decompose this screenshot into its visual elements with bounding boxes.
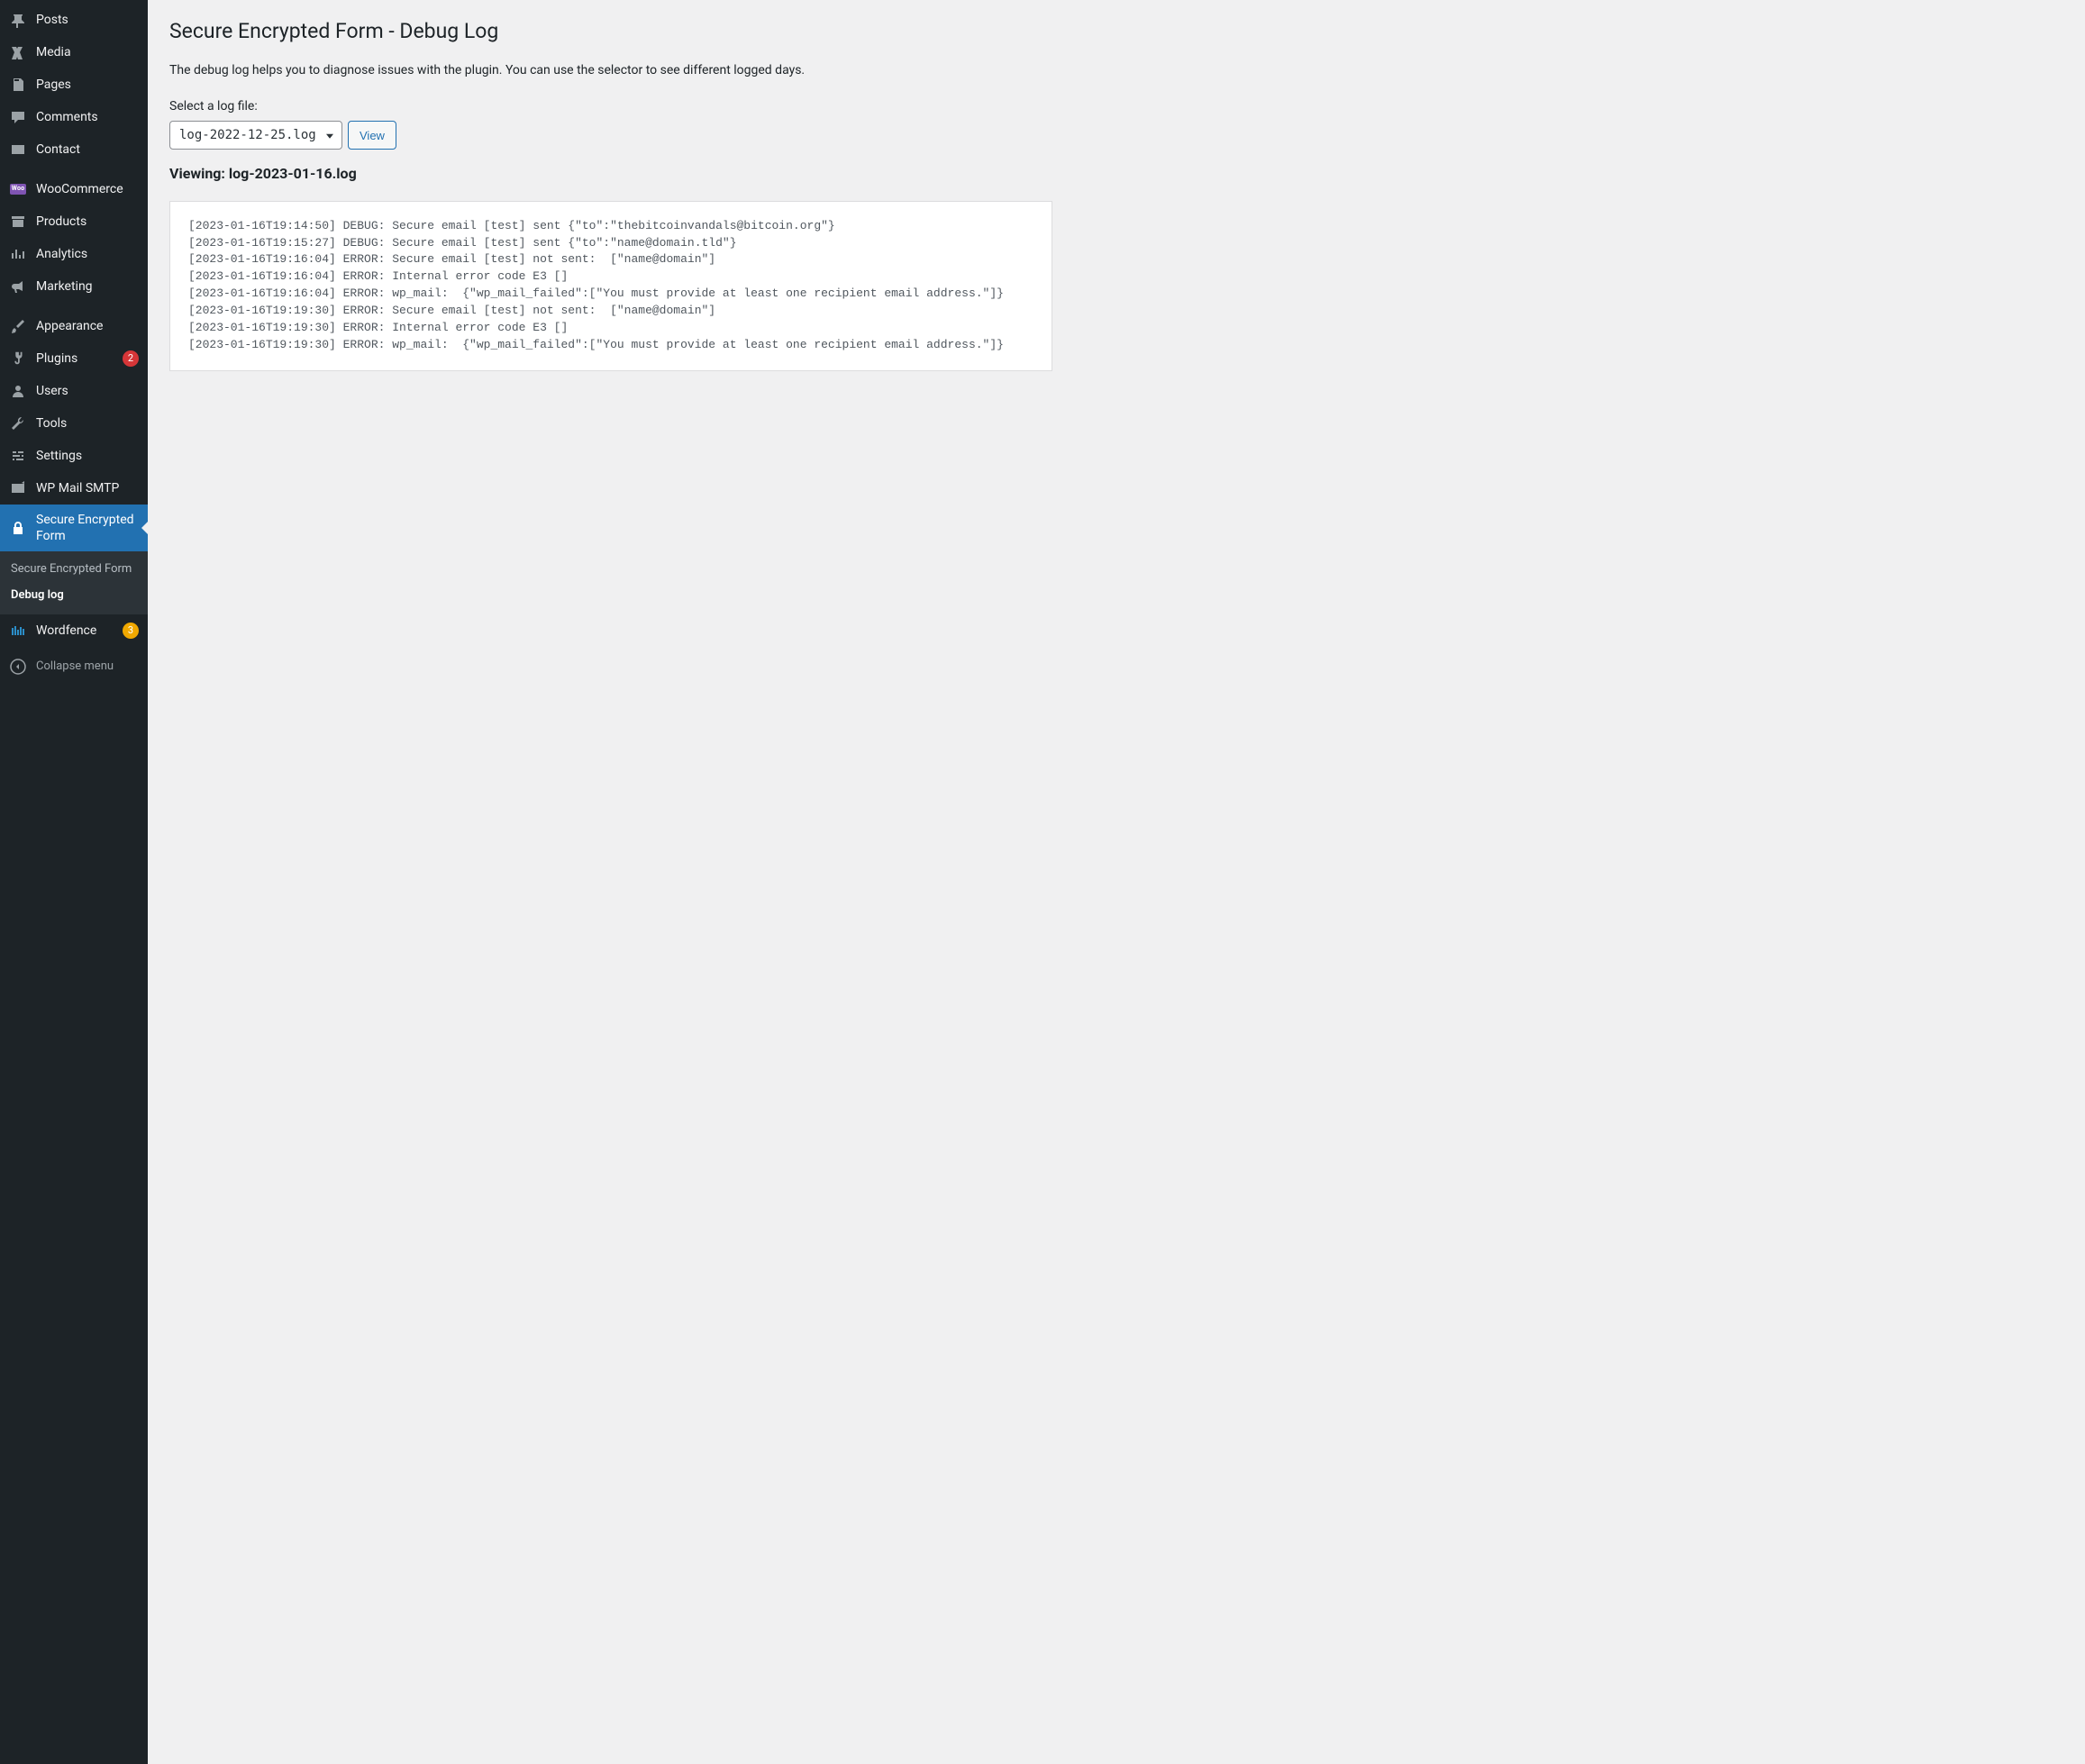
user-icon [9, 382, 27, 400]
sidebar-separator [0, 303, 148, 310]
sidebar-item-appearance[interactable]: Appearance [0, 310, 148, 342]
sidebar-item-label: Secure Encrypted Form [36, 512, 139, 544]
log-file-select[interactable]: log-2022-12-25.log [169, 121, 342, 150]
notification-badge: 3 [123, 623, 139, 639]
sidebar-item-marketing[interactable]: Marketing [0, 270, 148, 303]
wrench-icon [9, 414, 27, 432]
log-select-label: Select a log file: [169, 98, 2063, 116]
sidebar-item-pages[interactable]: Pages [0, 68, 148, 101]
chart-icon [9, 245, 27, 263]
collapse-icon [9, 658, 27, 676]
view-button[interactable]: View [348, 121, 396, 150]
page-description: The debug log helps you to diagnose issu… [169, 62, 2063, 80]
megaphone-icon [9, 277, 27, 296]
sidebar-separator [0, 166, 148, 173]
sidebar-item-contact[interactable]: Contact [0, 133, 148, 166]
sidebar-item-plugins[interactable]: Plugins 2 [0, 342, 148, 375]
lock-icon [9, 519, 27, 537]
sidebar-item-secure-encrypted-form[interactable]: Secure Encrypted Form [0, 505, 148, 551]
sidebar-item-wordfence[interactable]: Wordfence 3 [0, 614, 148, 647]
woo-icon: Woo [9, 180, 27, 198]
sidebar-item-label: Pages [36, 77, 139, 93]
sidebar-item-woocommerce[interactable]: Woo WooCommerce [0, 173, 148, 205]
log-output-box: [2023-01-16T19:14:50] DEBUG: Secure emai… [169, 201, 1052, 371]
sidebar-item-settings[interactable]: Settings [0, 440, 148, 472]
sidebar-item-label: Wordfence [36, 623, 110, 639]
sidebar-item-posts[interactable]: Posts [0, 4, 148, 36]
plug-icon [9, 350, 27, 368]
sidebar-item-label: Appearance [36, 318, 139, 334]
mail-icon [9, 479, 27, 497]
viewing-heading: Viewing: log-2023-01-16.log [169, 164, 2063, 184]
page-title: Secure Encrypted Form - Debug Log [169, 9, 2063, 50]
sidebar-item-label: Settings [36, 448, 139, 464]
main-content: Secure Encrypted Form - Debug Log The de… [148, 0, 2085, 1764]
collapse-menu-label: Collapse menu [36, 659, 114, 675]
admin-sidebar: Posts Media Pages Comments Contact Woo WooComm… [0, 0, 148, 1764]
sidebar-item-label: Users [36, 383, 139, 399]
sidebar-submenu: Secure Encrypted FormDebug log [0, 551, 148, 614]
sidebar-item-label: Media [36, 44, 139, 60]
archive-icon [9, 213, 27, 231]
brush-icon [9, 317, 27, 335]
pages-icon [9, 76, 27, 94]
sidebar-item-products[interactable]: Products [0, 205, 148, 238]
sidebar-item-users[interactable]: Users [0, 375, 148, 407]
contact-icon [9, 141, 27, 159]
media-icon [9, 43, 27, 61]
submenu-item-sef-main[interactable]: Secure Encrypted Form [0, 557, 148, 583]
log-selector-row: log-2022-12-25.log View [169, 121, 2063, 150]
submenu-item-sef-debug[interactable]: Debug log [0, 583, 148, 609]
collapse-menu-button[interactable]: Collapse menu [0, 650, 148, 683]
sidebar-item-label: Products [36, 214, 139, 230]
sidebar-item-label: Comments [36, 109, 139, 125]
sidebar-item-label: Tools [36, 415, 139, 432]
sliders-icon [9, 447, 27, 465]
sidebar-item-analytics[interactable]: Analytics [0, 238, 148, 270]
sidebar-item-label: Analytics [36, 246, 139, 262]
sidebar-item-label: WooCommerce [36, 181, 139, 197]
sidebar-item-label: WP Mail SMTP [36, 480, 139, 496]
comment-icon [9, 108, 27, 126]
sidebar-item-wpmailsmtp[interactable]: WP Mail SMTP [0, 472, 148, 505]
sidebar-item-label: Contact [36, 141, 139, 158]
wordfence-icon [9, 622, 27, 640]
sidebar-item-label: Plugins [36, 350, 110, 367]
sidebar-item-label: Posts [36, 12, 139, 28]
pin-icon [9, 11, 27, 29]
sidebar-item-label: Marketing [36, 278, 139, 295]
notification-badge: 2 [123, 350, 139, 367]
log-output-text: [2023-01-16T19:14:50] DEBUG: Secure emai… [188, 218, 1033, 354]
sidebar-item-media[interactable]: Media [0, 36, 148, 68]
sidebar-item-comments[interactable]: Comments [0, 101, 148, 133]
sidebar-item-tools[interactable]: Tools [0, 407, 148, 440]
